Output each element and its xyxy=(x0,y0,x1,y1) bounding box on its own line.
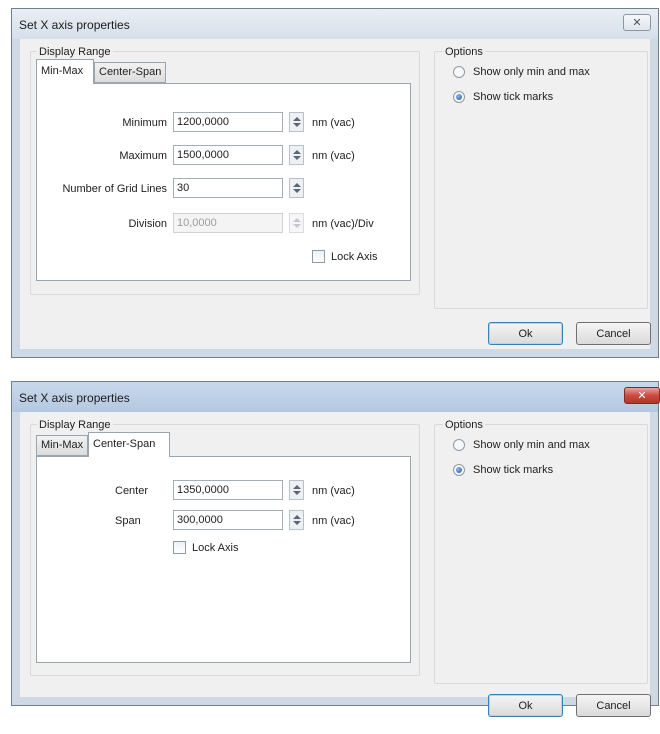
dialog-title: Set X axis properties xyxy=(19,391,130,405)
options-label: Options xyxy=(443,46,485,58)
span-unit: nm (vac) xyxy=(312,515,355,527)
close-icon: ✕ xyxy=(637,390,647,402)
title-bar: Set X axis properties ✕ xyxy=(12,9,658,39)
span-label: Span xyxy=(115,515,141,527)
dialog-body: Display Range Min-Max Center-Span Center… xyxy=(20,412,651,717)
close-button[interactable]: ✕ xyxy=(623,14,651,31)
lock-axis-checkbox-row[interactable]: Lock Axis xyxy=(173,541,238,554)
radio-checked-icon[interactable] xyxy=(453,464,465,476)
center-unit: nm (vac) xyxy=(312,485,355,497)
display-range-label: Display Range xyxy=(37,46,113,58)
maximum-spinner[interactable] xyxy=(289,145,304,165)
spinner-down-icon xyxy=(293,156,301,160)
option-show-tick-marks[interactable]: Show tick marks xyxy=(453,91,553,103)
gridlines-input[interactable]: 30 xyxy=(173,178,283,198)
spinner-down-icon xyxy=(293,123,301,127)
lock-axis-checkbox[interactable] xyxy=(312,250,325,263)
cancel-button[interactable]: Cancel xyxy=(576,694,651,717)
lock-axis-checkbox[interactable] xyxy=(173,541,186,554)
maximum-unit: nm (vac) xyxy=(312,150,355,162)
division-label: Division xyxy=(128,218,167,230)
display-range-label: Display Range xyxy=(37,419,113,431)
dialog-title: Set X axis properties xyxy=(19,18,130,32)
spinner-up-icon xyxy=(293,485,301,489)
radio-checked-icon[interactable] xyxy=(453,91,465,103)
maximum-input[interactable]: 1500,0000 xyxy=(173,145,283,165)
options-group: Options Show only min and max Show tick … xyxy=(434,46,648,309)
tab-min-max[interactable]: Min-Max xyxy=(36,435,88,456)
span-spinner[interactable] xyxy=(289,510,304,530)
option-show-min-max[interactable]: Show only min and max xyxy=(453,66,590,78)
center-span-panel: Center 1350,0000 nm (vac) Span 300,0000 … xyxy=(36,456,411,663)
options-group: Options Show only min and max Show tick … xyxy=(434,419,648,684)
tab-min-max[interactable]: Min-Max xyxy=(36,59,94,84)
spinner-up-icon xyxy=(293,183,301,187)
ok-button[interactable]: Ok xyxy=(488,322,563,345)
close-icon: ✕ xyxy=(632,17,642,29)
axis-properties-dialog-center-span: Set X axis properties ✕ Display Range Mi… xyxy=(11,381,660,717)
spinner-up-icon xyxy=(293,150,301,154)
option-show-min-max-label: Show only min and max xyxy=(473,66,590,78)
title-bar: Set X axis properties ✕ xyxy=(12,382,660,412)
minimum-input[interactable]: 1200,0000 xyxy=(173,112,283,132)
division-input: 10,0000 xyxy=(173,213,283,233)
radio-unchecked-icon[interactable] xyxy=(453,439,465,451)
spinner-down-icon xyxy=(293,521,301,525)
tab-center-span[interactable]: Center-Span xyxy=(94,62,166,83)
lock-axis-label: Lock Axis xyxy=(331,250,378,263)
options-label: Options xyxy=(443,419,485,431)
spinner-down-icon xyxy=(293,189,301,193)
axis-properties-dialog-min-max: Set X axis properties ✕ Display Range Mi… xyxy=(11,8,659,358)
min-max-panel: Minimum 1200,0000 nm (vac) Maximum 1500,… xyxy=(36,83,411,281)
radio-unchecked-icon[interactable] xyxy=(453,66,465,78)
center-label: Center xyxy=(115,485,149,497)
display-range-group: Display Range Min-Max Center-Span Center… xyxy=(30,419,420,676)
option-show-tick-marks[interactable]: Show tick marks xyxy=(453,464,553,476)
spinner-down-icon xyxy=(293,491,301,495)
division-unit: nm (vac)/Div xyxy=(312,218,374,230)
spinner-up-icon xyxy=(293,117,301,121)
spinner-up-icon xyxy=(293,515,301,519)
cancel-button[interactable]: Cancel xyxy=(576,322,651,345)
lock-axis-label: Lock Axis xyxy=(192,541,239,554)
span-input[interactable]: 300,0000 xyxy=(173,510,283,530)
maximum-label: Maximum xyxy=(119,150,167,162)
center-input[interactable]: 1350,0000 xyxy=(173,480,283,500)
gridlines-label: Number of Grid Lines xyxy=(62,183,167,195)
option-show-tick-marks-label: Show tick marks xyxy=(473,91,554,103)
display-range-group: Display Range Min-Max Center-Span Minimu… xyxy=(30,46,420,295)
center-spinner[interactable] xyxy=(289,480,304,500)
gridlines-spinner[interactable] xyxy=(289,178,304,198)
division-spinner xyxy=(289,213,304,233)
ok-button[interactable]: Ok xyxy=(488,694,563,717)
dialog-body: Display Range Min-Max Center-Span Minimu… xyxy=(20,39,651,349)
tab-center-span[interactable]: Center-Span xyxy=(88,432,170,457)
option-show-tick-marks-label: Show tick marks xyxy=(473,464,554,476)
minimum-spinner[interactable] xyxy=(289,112,304,132)
spinner-up-icon xyxy=(293,218,301,222)
option-show-min-max[interactable]: Show only min and max xyxy=(453,439,590,451)
option-show-min-max-label: Show only min and max xyxy=(473,439,590,451)
close-button[interactable]: ✕ xyxy=(624,387,660,404)
minimum-unit: nm (vac) xyxy=(312,117,355,129)
minimum-label: Minimum xyxy=(122,117,167,129)
lock-axis-checkbox-row[interactable]: Lock Axis xyxy=(312,250,377,263)
spinner-down-icon xyxy=(293,224,301,228)
